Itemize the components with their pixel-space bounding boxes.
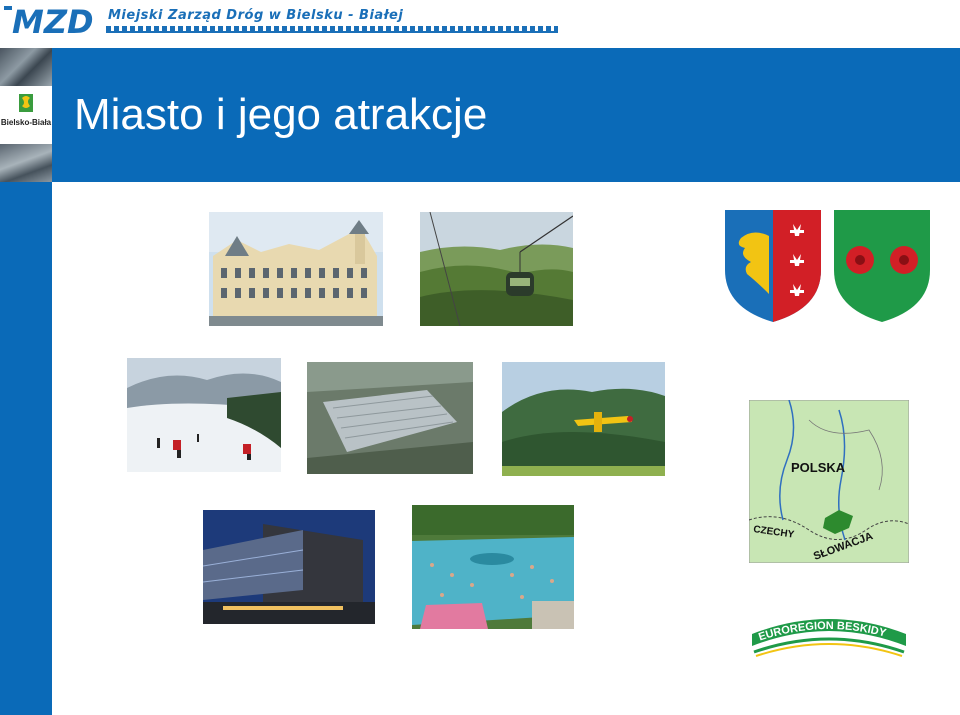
sidebar-photo-bottom [0,144,52,182]
city-logo: Bielsko-Biała [0,86,52,144]
city-logo-text: Bielsko-Biała [0,118,52,127]
header-bar: MZD Miejski Zarząd Dróg w Bielsku - Biał… [0,0,960,48]
org-name: Miejski Zarząd Dróg w Bielsku - Białej [108,8,404,23]
region-map: POLSKA CZECHY SŁOWACJA [749,400,909,563]
mzd-logo: MZD [4,3,94,37]
map-label-poland: POLSKA [791,460,846,475]
night-building-photo [203,510,375,624]
coat-of-arms-bielsko [723,208,823,324]
euroregion-logo: EUROREGION BESKIDY [750,612,908,660]
city-logo-icon [19,94,33,112]
cable-car-photo [420,212,573,326]
swimming-pool-photo [412,505,574,629]
logo-text: MZD [12,3,94,37]
header-divider [106,26,558,33]
town-hall-photo [209,212,383,326]
plane-photo [502,362,665,476]
coat-of-arms-biala [832,208,932,324]
factory-aerial-photo [307,362,473,474]
sidebar-photo-top [0,48,52,86]
slide-title: Miasto i jego atrakcje [74,90,488,139]
title-bar: Miasto i jego atrakcje [52,48,960,182]
ski-slope-photo [127,358,281,472]
